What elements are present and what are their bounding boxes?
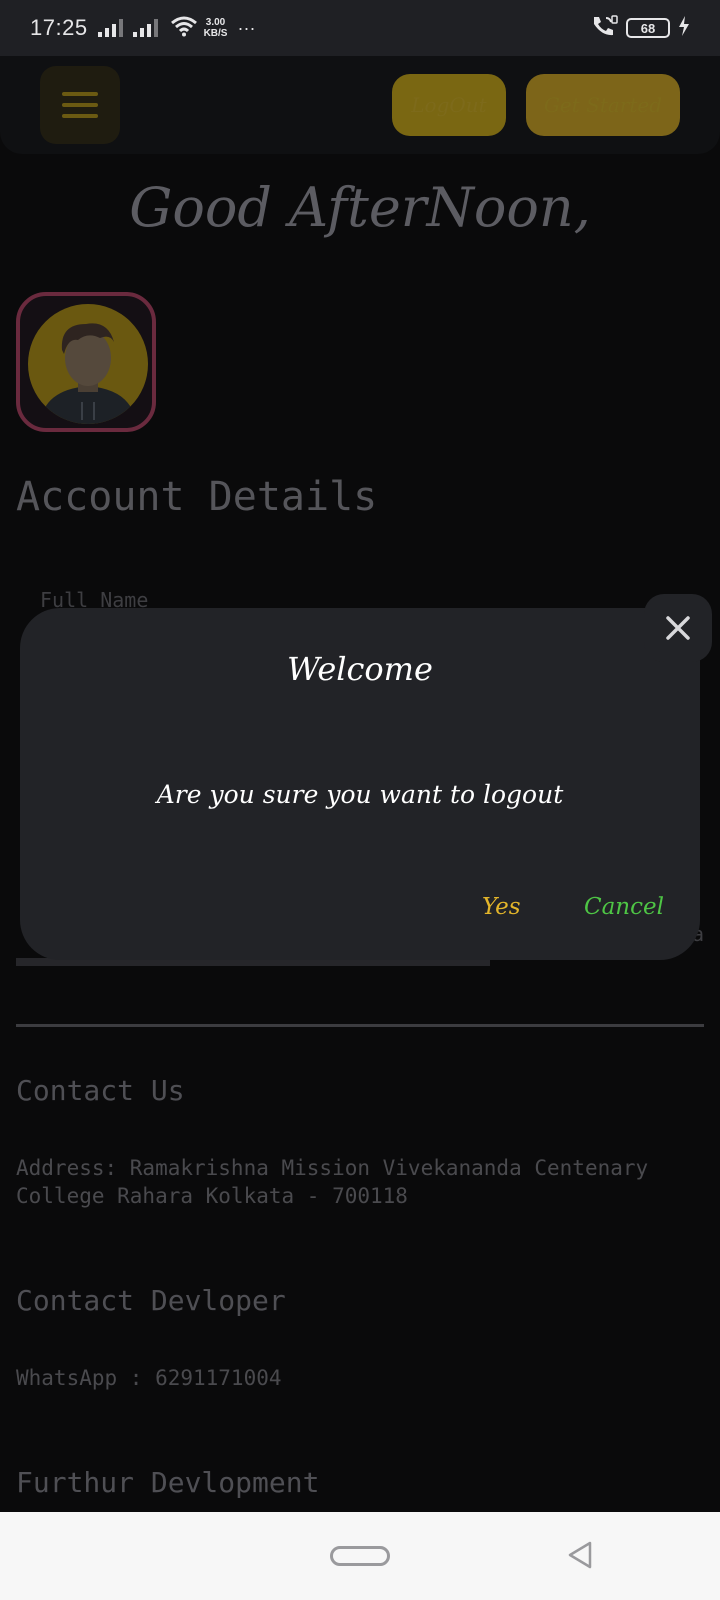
section-divider: [16, 1024, 704, 1027]
logout-dialog: Welcome Are you sure you want to logout …: [20, 608, 700, 960]
contact-developer-heading: Contact Devloper: [16, 1284, 286, 1317]
system-nav-bar: [0, 1512, 720, 1600]
avatar[interactable]: [16, 292, 156, 432]
cancel-button[interactable]: Cancel: [584, 894, 664, 920]
app-header: LogOut Get Started: [0, 56, 720, 154]
greeting-heading: Good AfterNoon,: [129, 176, 591, 239]
avatar-icon: [28, 304, 148, 424]
yes-button[interactable]: Yes: [482, 894, 521, 920]
signal-icon: [97, 19, 123, 37]
speed-value: 3.00: [205, 17, 226, 28]
status-time: 17:25: [30, 15, 88, 40]
address-text: Address: Ramakrishna Mission Vivekananda…: [16, 1156, 649, 1208]
back-icon[interactable]: [566, 1540, 594, 1570]
whatsapp-text: WhatsApp : 6291171004: [16, 1366, 282, 1390]
wifi-icon: [170, 15, 198, 42]
battery-level: 68: [640, 20, 656, 36]
speed-unit: KB/S: [203, 28, 228, 39]
dialog-message: Are you sure you want to logout: [156, 780, 564, 809]
account-details-heading: Account Details: [16, 474, 378, 520]
network-speed: 3.00 KB/S: [204, 17, 228, 39]
hamburger-menu-icon[interactable]: [40, 66, 120, 144]
signal-icon: [132, 19, 158, 37]
get-started-button[interactable]: Get Started: [526, 74, 680, 136]
logout-button[interactable]: LogOut: [392, 74, 506, 136]
charging-icon: [678, 15, 690, 41]
further-development-heading: Furthur Devlopment: [16, 1466, 320, 1499]
more-notifications-icon: ···: [237, 17, 256, 38]
status-bar: 17:25 3.00 KB/S ··· 68: [0, 0, 720, 56]
home-pill-icon[interactable]: [330, 1546, 390, 1566]
battery-icon: 68: [626, 18, 670, 38]
contact-us-heading: Contact Us: [16, 1074, 185, 1107]
close-icon[interactable]: [644, 594, 712, 662]
call-icon: [590, 14, 618, 43]
dialog-title: Welcome: [287, 650, 433, 688]
